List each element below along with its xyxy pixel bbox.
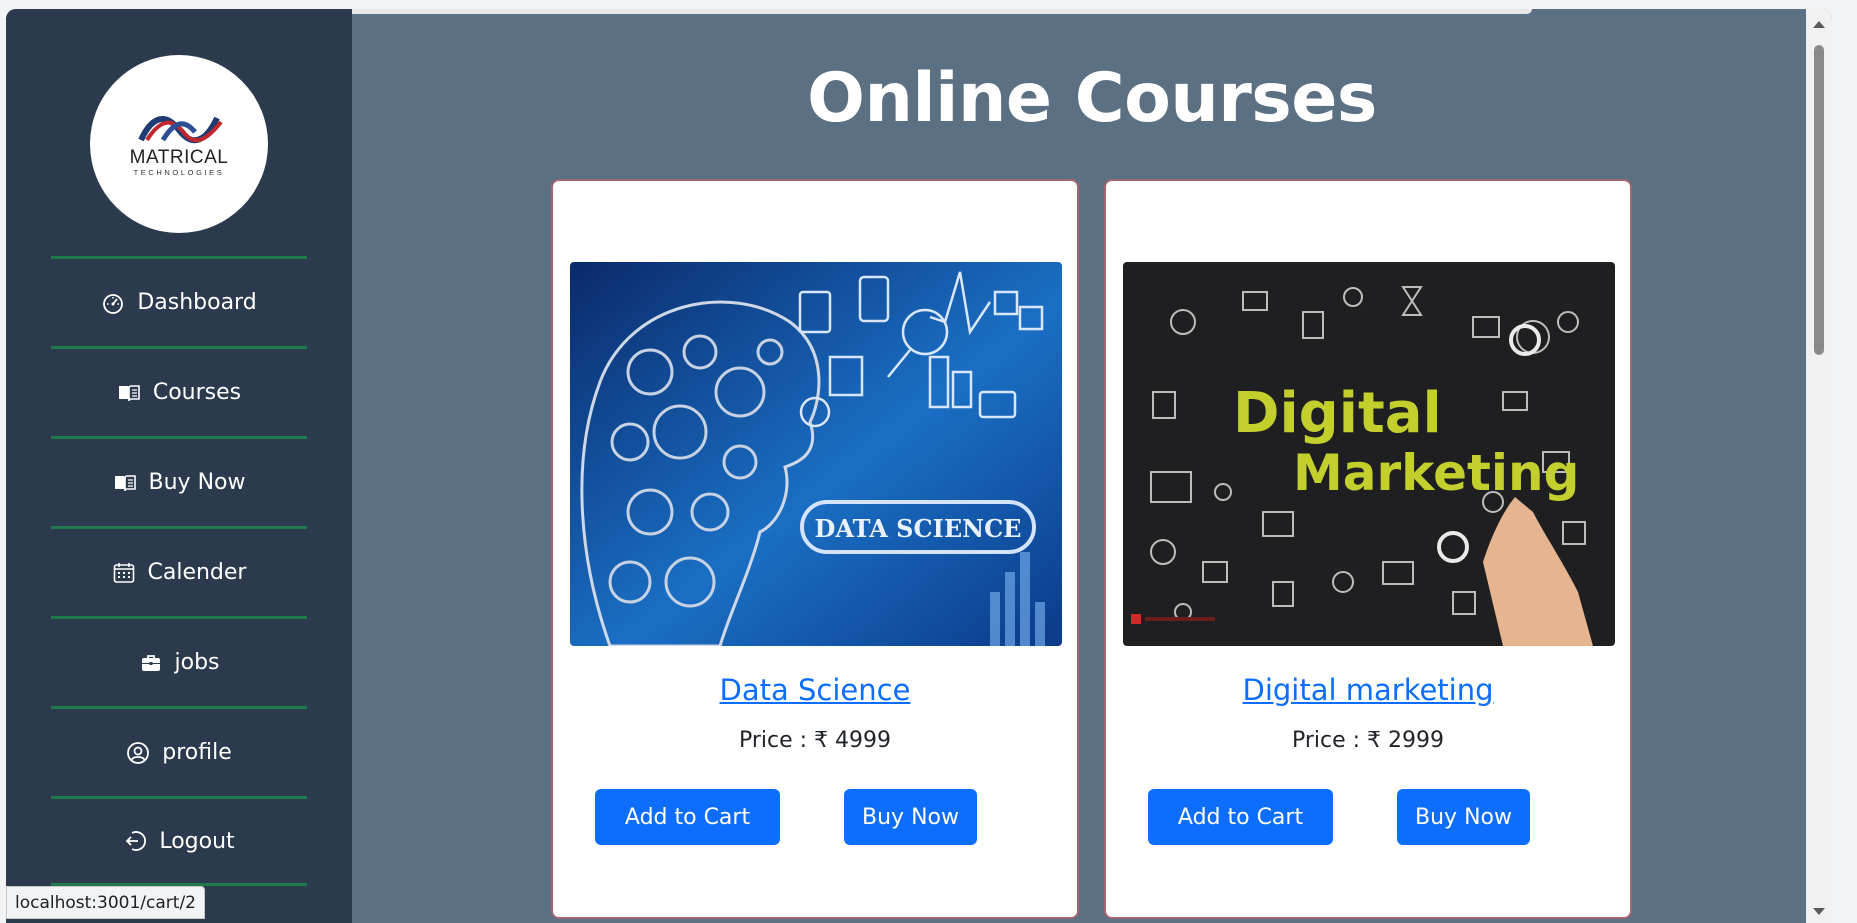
course-card-digital-marketing: Digital Marketing Digital marketing Pric… [1104,179,1632,919]
briefcase-icon [141,654,160,671]
sidebar-item-courses[interactable]: Courses [51,346,307,436]
image-text: DATA SCIENCE [815,514,1022,543]
sidebar-item-buy-now[interactable]: Buy Now [51,436,307,526]
sidebar-item-label: Calender [147,560,247,585]
logo-subtext: TECHNOLOGIES [133,168,225,177]
sidebar-item-calender[interactable]: Calender [51,526,307,616]
logo-text: MATRICAL [129,147,229,168]
scrollbar-thumb[interactable] [1814,45,1824,355]
scroll-up-arrow-icon[interactable] [1813,21,1825,28]
sidebar-item-label: Logout [159,828,235,854]
course-title-link[interactable]: Digital marketing [1106,673,1630,707]
company-logo: MATRICAL TECHNOLOGIES [90,55,268,233]
logout-icon [126,831,147,851]
buy-now-button[interactable]: Buy Now [844,789,977,845]
book-icon [114,474,136,491]
course-title-link[interactable]: Data Science [553,673,1077,707]
add-to-cart-button[interactable]: Add to Cart [595,789,780,845]
sidebar-item-label: Courses [152,380,242,405]
data-science-image: DATA SCIENCE [570,262,1062,646]
calendar-icon [113,562,134,583]
sidebar-item-logout[interactable]: Logout [51,796,307,886]
course-price: Price : ₹ 4999 [738,728,892,753]
speedometer-icon [103,293,124,314]
sidebar-item-label: profile [162,740,232,765]
book-icon [118,384,140,401]
page-title: Online Courses [807,59,1377,138]
vertical-scrollbar[interactable] [1806,9,1832,923]
sidebar-item-dashboard[interactable]: Dashboard [51,256,307,346]
sidebar-item-label: Buy Now [148,470,246,495]
digital-marketing-image: Digital Marketing [1123,262,1615,646]
image-text: Digital [1233,381,1442,446]
tab-strip-edge [156,9,1532,14]
sidebar: MATRICAL TECHNOLOGIES Dashboard Courses … [6,9,352,923]
user-circle-icon [127,741,150,764]
sidebar-nav: Dashboard Courses Buy Now Calender jobs … [51,256,307,886]
sidebar-item-label: Dashboard [137,290,257,315]
add-to-cart-button[interactable]: Add to Cart [1148,789,1333,845]
sidebar-item-label: jobs [174,650,220,675]
sidebar-item-jobs[interactable]: jobs [51,616,307,706]
course-card-data-science: DATA SCIENCE Data Science Price : ₹ 4999… [551,179,1079,919]
scroll-down-arrow-icon[interactable] [1813,908,1825,915]
course-image: DATA SCIENCE [570,262,1062,646]
image-text: Marketing [1293,444,1579,502]
buy-now-button[interactable]: Buy Now [1397,789,1530,845]
browser-viewport: MATRICAL TECHNOLOGIES Dashboard Courses … [6,9,1832,923]
logo-mark-icon [138,116,223,144]
course-image: Digital Marketing [1123,262,1615,646]
sidebar-item-profile[interactable]: profile [51,706,307,796]
link-preview-status: localhost:3001/cart/2 [6,886,205,919]
course-price: Price : ₹ 2999 [1291,728,1445,753]
